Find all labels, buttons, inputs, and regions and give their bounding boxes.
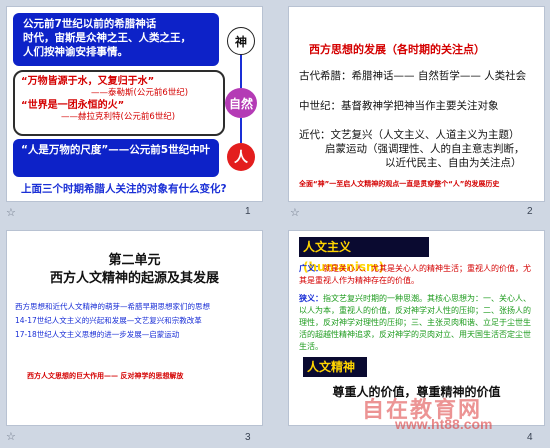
humanism-heading: 人文主义(humanism)	[299, 237, 429, 274]
enlightenment-line-2: 以近代民主、自由为关注点）	[385, 157, 522, 169]
slide-transition-star-icon[interactable]: ☆	[6, 206, 16, 219]
unit-subtitle: 西方人文精神的起源及其发展	[49, 271, 219, 286]
circle-human: 人	[227, 143, 255, 171]
attribution-heraclitus: ——赫拉克利特(公元前6世纪)	[61, 112, 176, 122]
slide-number: 1	[245, 206, 251, 217]
slide-footnote: 西方人文思想的巨大作用—— 反对神学的思想解放	[27, 372, 184, 380]
arrow-connector	[240, 118, 242, 143]
slide-number: 2	[527, 206, 533, 217]
slide-transition-star-icon[interactable]: ☆	[6, 430, 16, 443]
arrow-connector	[240, 55, 242, 88]
enlightenment-line: 启蒙运动（强调理性、人的自主意志判断，	[325, 143, 525, 155]
narrow-label: 狭义：	[299, 294, 323, 303]
outline-item: 14-17世纪人文主义的兴起和发展—文艺复兴和宗教改革	[15, 316, 202, 325]
slide-title: 西方思想的发展（各时期的关注点）	[309, 43, 485, 56]
circle-nature: 自然	[225, 88, 257, 118]
nature-philosophy-box: “万物皆源于水，又复归于水” ——泰勒斯(公元前6世纪) “世界是一团永恒的火”…	[13, 70, 225, 136]
slide-thumbnail-3[interactable]: 第二单元 西方人文精神的起源及其发展 西方思想和近代人文精神的萌芽—希腊早期思想…	[6, 230, 263, 426]
box1-line: 时代，宙斯是众神之王、人类之王，	[23, 32, 191, 44]
box1-line: 人们按神谕安排事情。	[23, 46, 128, 58]
broad-text: 就是关心人、尤其是关心人的精神生活；重视人的价值，尤其是重视人作为精神存在的价值…	[299, 264, 531, 285]
slide-number: 4	[527, 432, 533, 443]
middle-ages-line: 中世纪：基督教神学把神当作主要关注对象	[299, 100, 499, 112]
slide-thumbnail-2[interactable]: 西方思想的发展（各时期的关注点） 古代希腊：希腊神话—— 自然哲学—— 人类社会…	[288, 6, 545, 202]
slide-question: 上面三个时期希腊人关注的对象有什么变化?	[21, 183, 227, 195]
slide-footnote: 全面“神”一至启人文精神的观点一直是贯穿整个“人”的发展历史	[299, 180, 500, 188]
slide-number: 3	[245, 432, 251, 443]
slide-thumbnail-1[interactable]: 公元前7世纪以前的希腊神话 时代，宙斯是众神之王、人类之王， 人们按神谕安排事情…	[6, 6, 263, 202]
narrow-definition: 狭义：指文艺复兴时期的一种思潮。其核心思想为：一、关心人、以人为本，重视人的价值…	[299, 293, 535, 353]
modern-line: 近代：文艺复兴（人文主义、人道主义为主题）	[299, 129, 520, 141]
broad-label: 广义：	[299, 264, 323, 273]
ancient-greece-line: 古代希腊：希腊神话—— 自然哲学—— 人类社会	[299, 70, 527, 82]
quote-thales: “万物皆源于水，又复归于水”	[21, 76, 155, 87]
slide-transition-star-icon[interactable]: ☆	[290, 206, 300, 219]
greek-myth-box: 公元前7世纪以前的希腊神话 时代，宙斯是众神之王、人类之王， 人们按神谕安排事情…	[13, 13, 219, 66]
narrow-text: 指文艺复兴时期的一种思潮。其核心思想为：一、关心人、以人为本，重视人的价值，反对…	[299, 294, 531, 351]
attribution-thales: ——泰勒斯(公元前6世纪)	[91, 88, 189, 98]
unit-title: 第二单元	[108, 253, 161, 268]
outline-item: 17-18世纪人文主义思想的进一步发展—启蒙运动	[15, 330, 180, 339]
broad-definition: 广义：就是关心人、尤其是关心人的精神生活；重视人的价值，尤其是重视人作为精神存在…	[299, 263, 535, 287]
protagoras-box: “人是万物的尺度”——公元前5世纪中叶	[13, 139, 219, 177]
humanistic-spirit-heading: 人文精神	[303, 357, 367, 377]
box1-line: 公元前7世纪以前的希腊神话	[23, 18, 157, 30]
watermark-url: www.ht88.com	[395, 416, 493, 432]
circle-god: 神	[227, 27, 255, 55]
outline-item: 西方思想和近代人文精神的萌芽—希腊早期思想家们的思想	[15, 302, 210, 311]
quote-heraclitus: “世界是一团永恒的火”	[21, 100, 125, 111]
